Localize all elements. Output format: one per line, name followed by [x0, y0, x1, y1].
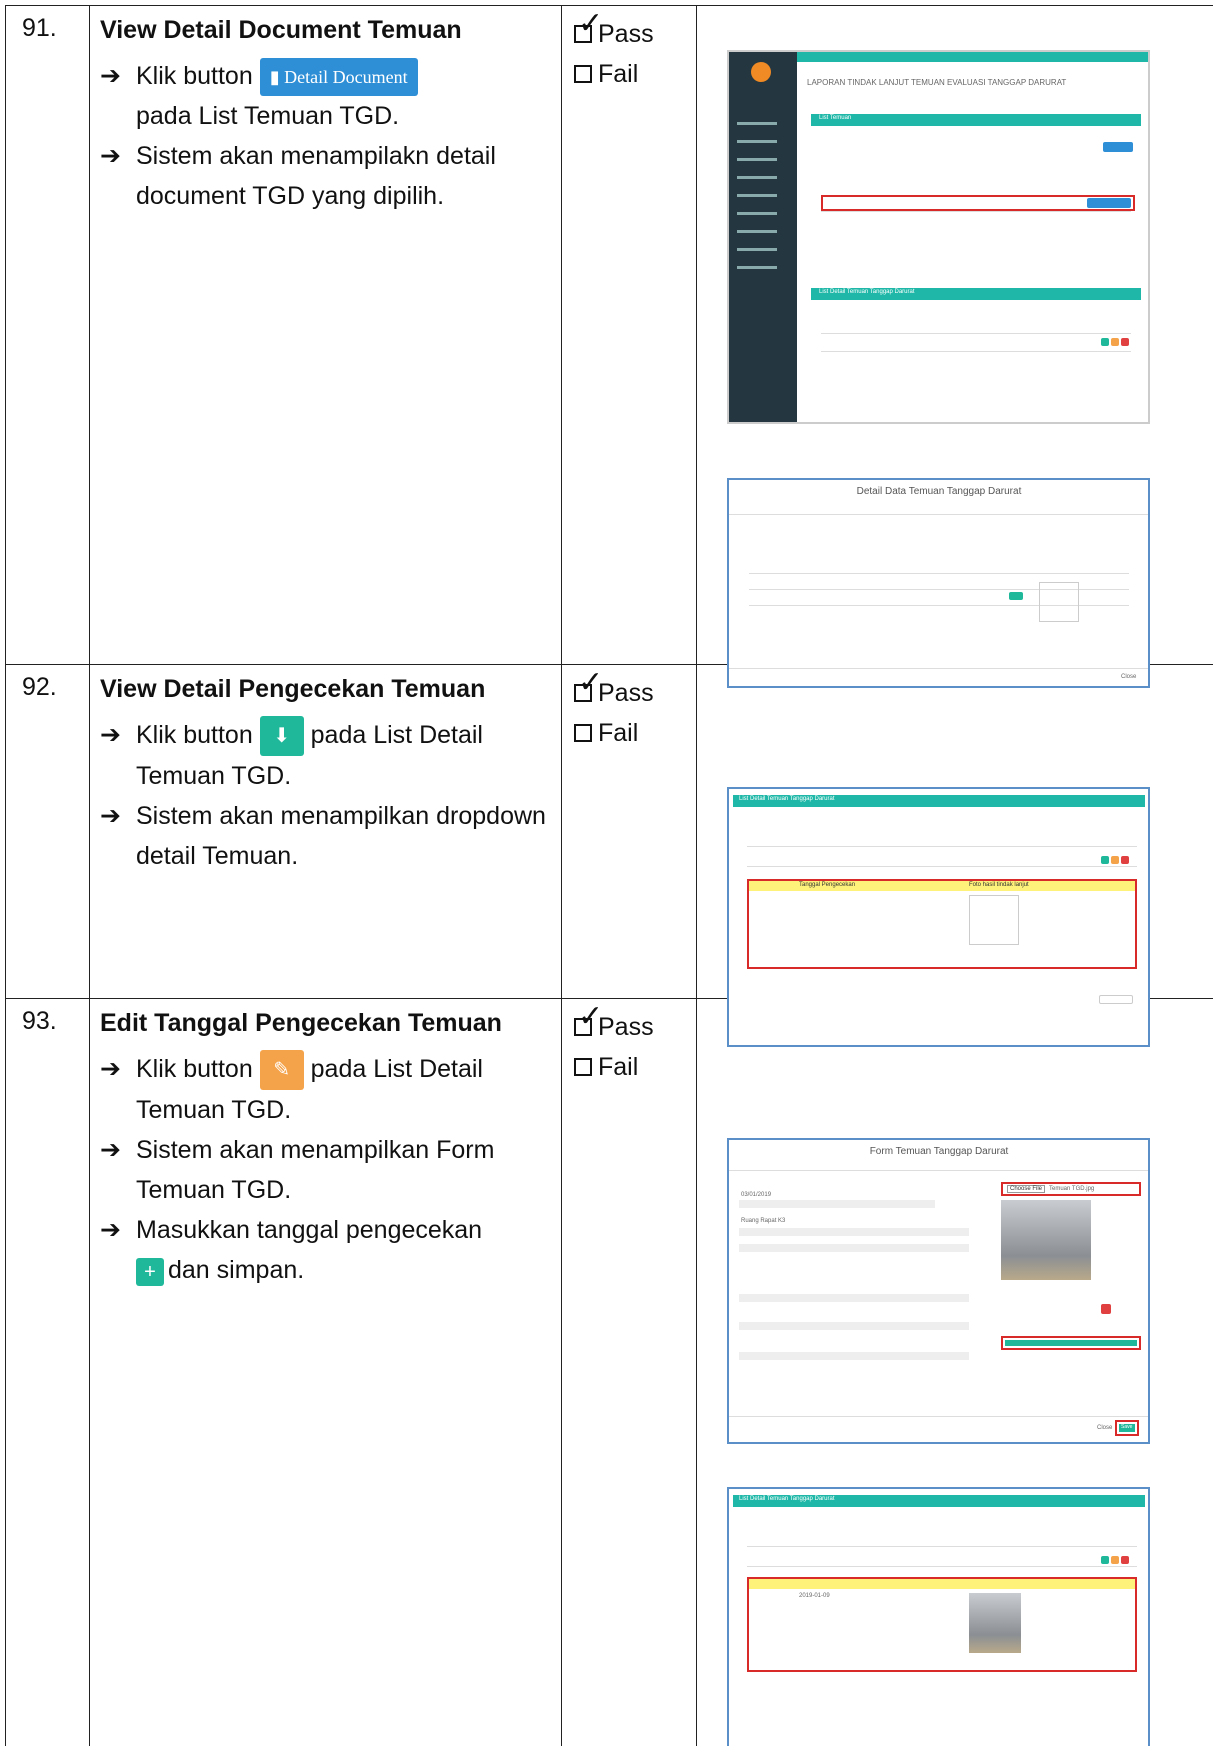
result-cell: ✓ Pass Fail — [561, 998, 697, 1746]
highlight-box — [1001, 1336, 1141, 1350]
row-description: Edit Tanggal Pengecekan Temuan ➔ Klik bu… — [89, 998, 562, 1746]
fail-checkbox: Fail — [574, 54, 696, 94]
detail-document-button[interactable] — [1087, 198, 1131, 208]
step-text: Masukkan tanggal pengecekan — [136, 1216, 483, 1245]
screenshot-updated-list: List Detail Temuan Tanggap Darurat 2019-… — [727, 1487, 1150, 1746]
row-description: View Detail Document Temuan ➔ Klik butto… — [89, 5, 562, 665]
sidebar — [729, 52, 797, 422]
screenshot-detail-modal: Detail Data Temuan Tanggap Darurat Close — [727, 478, 1150, 688]
arrow-icon: ➔ — [100, 62, 121, 90]
arrow-icon: ➔ — [100, 1216, 121, 1245]
step-text: Sistem akan menampilkan dropdown detail … — [136, 802, 546, 871]
page-title: LAPORAN TINDAK LANJUT TEMUAN EVALUASI TA… — [807, 78, 1067, 87]
step-text: Sistem akan menampilkan Form Temuan TGD. — [136, 1136, 495, 1205]
photo-image — [1001, 1200, 1091, 1280]
arrow-icon: ➔ — [100, 1055, 121, 1083]
step-item: ➔ Masukkan tanggal pengecekan + dan simpa… — [100, 1210, 551, 1290]
check-icon: ✓ — [578, 7, 604, 40]
check-icon: ✓ — [578, 1000, 604, 1033]
screenshot-form: Form Temuan Tanggap Darurat 03/01/2019 R… — [727, 1138, 1150, 1444]
photo-image — [969, 1593, 1021, 1653]
step-item: ➔ Klik button ▮ Detail Document pada Lis… — [100, 56, 551, 136]
step-text: Klik button — [136, 62, 253, 90]
highlight-box: Save — [1115, 1420, 1139, 1436]
arrow-down-icon: ⬇ — [259, 716, 304, 757]
step-item: ➔ Klik button ✎ pada List Detail Temuan … — [100, 1049, 551, 1130]
detail-document-button: ▮ Detail Document — [259, 58, 418, 97]
arrow-icon: ➔ — [100, 1136, 121, 1165]
check-icon: ✓ — [578, 666, 604, 699]
screenshot-dropdown: List Detail Temuan Tanggap Darurat Tangg… — [727, 787, 1150, 1047]
screenshot-dashboard: LAPORAN TINDAK LANJUT TEMUAN EVALUASI TA… — [727, 50, 1150, 424]
step-item: ➔ Sistem akan menampilkan Form Temuan TG… — [100, 1130, 551, 1210]
pass-checkbox: ✓ Pass — [574, 1002, 696, 1047]
arrow-icon: ➔ — [100, 142, 121, 171]
pass-checkbox: ✓ Pass — [574, 668, 696, 713]
row-number: 91. — [5, 5, 90, 665]
highlight-box: Choose File Temuan TGD.jpg — [1001, 1182, 1141, 1196]
highlight-box: Tanggal Pengecekan Foto hasil tindak lan… — [747, 879, 1137, 969]
row-title: View Detail Pengecekan Temuan — [100, 675, 486, 703]
step-text: Sistem akan menampilakn detail document … — [136, 142, 496, 211]
step-text-cont: pada List Temuan TGD. — [136, 102, 400, 131]
document-icon: ▮ — [269, 67, 280, 88]
result-cell: ✓ Pass Fail — [561, 5, 697, 665]
step-text: Klik button — [136, 721, 253, 749]
arrow-icon: ➔ — [100, 802, 121, 831]
row-title: Edit Tanggal Pengecekan Temuan — [100, 1009, 502, 1037]
fail-checkbox: Fail — [574, 1047, 696, 1087]
plus-icon: + — [136, 1257, 164, 1286]
row-description: View Detail Pengecekan Temuan ➔ Klik but… — [89, 664, 562, 999]
step-text: Klik button — [136, 1055, 253, 1083]
pass-checkbox: ✓ Pass — [574, 9, 696, 54]
arrow-icon: ➔ — [100, 721, 121, 749]
highlight-box: 2019-01-09 — [747, 1577, 1137, 1672]
edit-icon: ✎ — [259, 1050, 304, 1091]
row-title: View Detail Document Temuan — [100, 16, 462, 44]
step-item: ➔ Sistem akan menampilakn detail documen… — [100, 136, 551, 216]
step-item: ➔ Klik button ⬇ pada List Detail Temuan … — [100, 715, 551, 796]
row-number: 93. — [5, 998, 90, 1746]
step-text-cont: dan simpan. — [168, 1256, 305, 1285]
row-number: 92. — [5, 664, 90, 999]
step-item: ➔ Sistem akan menampilkan dropdown detai… — [100, 796, 551, 876]
result-cell: ✓ Pass Fail — [561, 664, 697, 999]
fail-checkbox: Fail — [574, 713, 696, 753]
